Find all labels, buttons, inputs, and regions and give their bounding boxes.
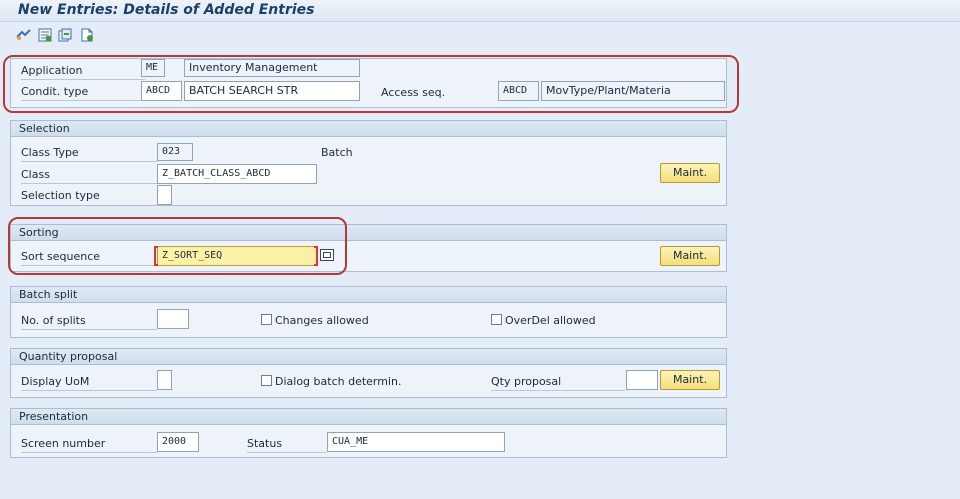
status-label: Status [247, 437, 283, 450]
access-seq-code-field: ABCD [498, 81, 539, 101]
window-title: New Entries: Details of Added Entries [18, 2, 315, 18]
access-seq-desc-field: MovType/Plant/Materia [541, 81, 725, 101]
no-of-splits-label: No. of splits [21, 314, 86, 327]
quantity-proposal-group-title: Quantity proposal [11, 349, 726, 365]
selection-type-label: Selection type [21, 189, 100, 202]
qty-proposal-field[interactable] [626, 370, 658, 390]
value-help-icon[interactable] [320, 249, 334, 261]
dialog-batch-label: Dialog batch determin. [275, 375, 402, 388]
qty-proposal-label: Qty proposal [491, 375, 562, 388]
sort-sequence-label: Sort sequence [21, 250, 101, 263]
condit-type-label: Condit. type [21, 85, 89, 98]
condit-type-desc-field[interactable]: BATCH SEARCH STR [184, 81, 360, 101]
presentation-group-title: Presentation [11, 409, 726, 425]
access-seq-label: Access seq. [381, 86, 446, 99]
sorting-group: Sorting Sort sequence Z_SORT_SEQ Maint. [10, 224, 727, 272]
copy-icon[interactable] [58, 28, 72, 42]
selection-group-title: Selection [11, 121, 726, 137]
class-type-field: 023 [157, 143, 193, 161]
overdel-allowed-label: OverDel allowed [505, 314, 596, 327]
screen-number-label: Screen number [21, 437, 106, 450]
application-label: Application [21, 64, 83, 77]
application-desc-field: Inventory Management [184, 59, 360, 77]
sorting-maint-button[interactable]: Maint. [660, 246, 720, 266]
display-uom-label: Display UoM [21, 375, 90, 388]
class-type-label: Class Type [21, 146, 79, 159]
status-field[interactable]: CUA_ME [327, 432, 505, 452]
changes-allowed-label: Changes allowed [275, 314, 369, 327]
changes-allowed-checkbox[interactable] [261, 314, 272, 325]
overdel-allowed-checkbox[interactable] [491, 314, 502, 325]
sort-sequence-field[interactable]: Z_SORT_SEQ [157, 246, 317, 266]
class-label: Class [21, 168, 50, 181]
new-entries-icon[interactable] [80, 28, 94, 42]
class-type-desc: Batch [321, 146, 353, 159]
display-uom-field[interactable] [157, 370, 172, 390]
select-list-icon[interactable] [38, 28, 52, 42]
batch-split-group: Batch split No. of splits Changes allowe… [10, 286, 727, 338]
display-change-icon[interactable] [16, 28, 31, 42]
sorting-group-title: Sorting [11, 225, 726, 241]
selection-group: Selection Class Type 023 Batch Class Z_B… [10, 120, 727, 206]
header-group: Application ME Inventory Management Cond… [10, 58, 727, 108]
application-code-field: ME [141, 59, 165, 77]
no-of-splits-field[interactable] [157, 309, 189, 329]
selection-maint-button[interactable]: Maint. [660, 163, 720, 183]
title-bar: New Entries: Details of Added Entries [0, 0, 960, 22]
quantity-proposal-group: Quantity proposal Display UoM Dialog bat… [10, 348, 727, 398]
dialog-batch-checkbox[interactable] [261, 375, 272, 386]
condit-type-code-field[interactable]: ABCD [141, 81, 182, 101]
batch-split-group-title: Batch split [11, 287, 726, 303]
selection-type-field[interactable] [157, 185, 172, 205]
presentation-group: Presentation Screen number 2000 Status C… [10, 408, 727, 458]
qty-proposal-maint-button[interactable]: Maint. [660, 370, 720, 390]
application-toolbar [0, 22, 960, 48]
screen-number-field[interactable]: 2000 [157, 432, 199, 452]
class-field[interactable]: Z_BATCH_CLASS_ABCD [157, 164, 317, 184]
